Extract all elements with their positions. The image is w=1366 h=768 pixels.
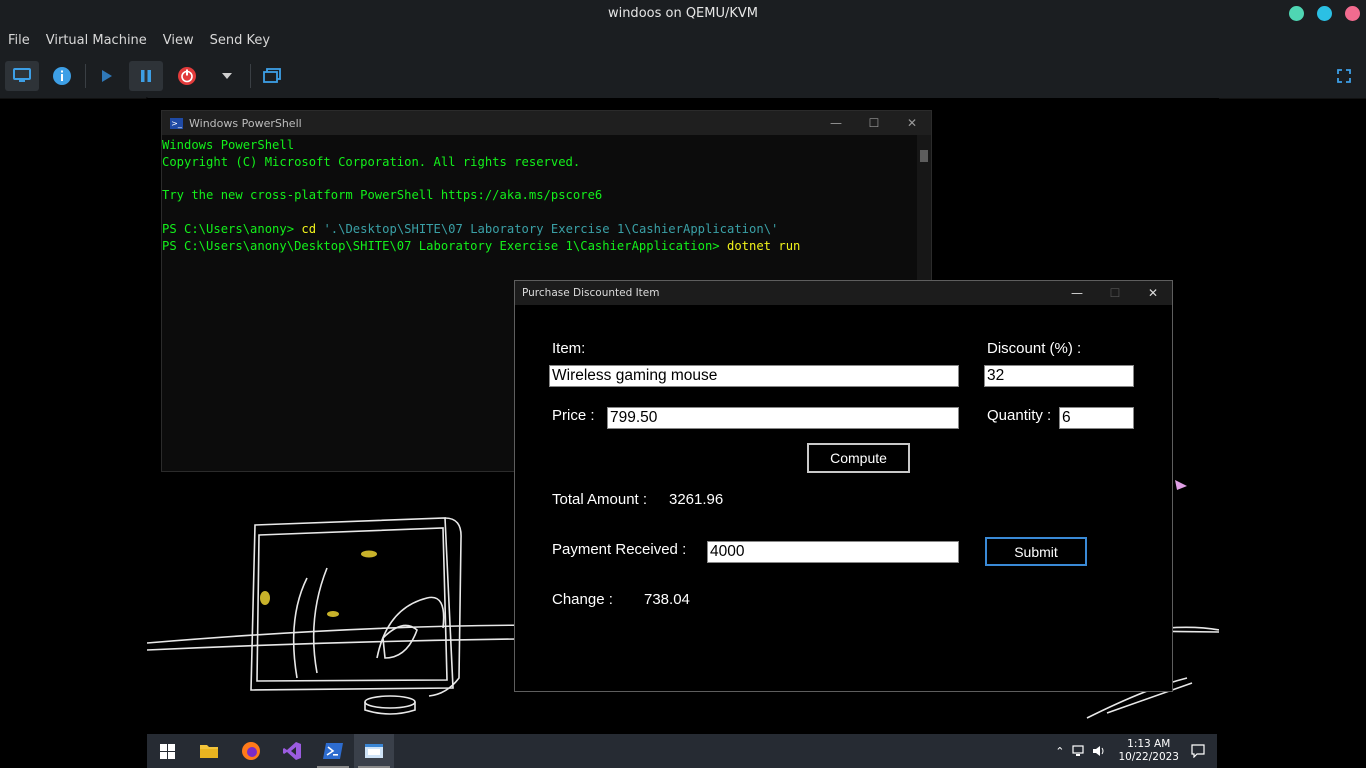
close-button[interactable]	[1345, 6, 1360, 21]
window-title: windoos on QEMU/KVM	[607, 5, 759, 21]
dialog-title: Purchase Discounted Item	[522, 287, 660, 299]
powershell-icon	[323, 743, 343, 759]
show-hidden-icons-icon[interactable]: ⌃	[1055, 745, 1064, 758]
minimize-button[interactable]	[1289, 6, 1304, 21]
console-output[interactable]: Windows PowerShell Copyright (C) Microsof…	[162, 135, 931, 255]
clock-date: 10/22/2023	[1118, 751, 1179, 763]
console-view-button[interactable]	[5, 61, 39, 91]
toolbar-separator	[85, 64, 86, 88]
taskbar-clock[interactable]: 1:13 AM 10/22/2023	[1118, 738, 1179, 764]
snapshots-button[interactable]	[255, 61, 289, 91]
command: dotnet	[727, 238, 772, 253]
dialog-maximize-button: ☐	[1109, 286, 1121, 300]
item-label: Item:	[552, 340, 586, 357]
window-controls	[1289, 6, 1360, 21]
command-argument: run	[771, 238, 801, 253]
start-icon	[159, 743, 175, 759]
info-icon	[53, 67, 71, 85]
console-line: PS C:\Users\anony\Desktop\SHITE\07 Labor…	[162, 238, 931, 255]
ps-minimize-button[interactable]: —	[817, 111, 855, 135]
run-button[interactable]	[90, 61, 124, 91]
taskbar-visual-studio[interactable]	[272, 734, 312, 768]
menu-virtual-machine[interactable]: Virtual Machine	[38, 33, 155, 48]
system-tray: ⌃ 1:13 AM 10/22/2023	[1055, 734, 1217, 768]
menu-file[interactable]: File	[0, 33, 38, 48]
taskbar-firefox[interactable]	[231, 734, 271, 768]
total-amount-label: Total Amount :	[552, 491, 648, 508]
prompt: PS C:\Users\anony>	[162, 221, 302, 236]
payment-input[interactable]: 4000	[707, 541, 959, 563]
network-icon[interactable]	[1072, 745, 1086, 757]
start-button[interactable]	[147, 734, 187, 768]
shutdown-button[interactable]	[170, 61, 204, 91]
item-input[interactable]: Wireless gaming mouse	[549, 365, 959, 387]
firefox-icon	[242, 742, 260, 760]
details-button[interactable]	[45, 61, 79, 91]
quantity-input[interactable]: 6	[1059, 407, 1134, 429]
power-icon	[178, 67, 196, 85]
menubar: File Virtual Machine View Send Key	[0, 26, 1366, 54]
fullscreen-button[interactable]	[1327, 61, 1361, 91]
powershell-icon: >_	[170, 117, 183, 129]
pause-icon	[141, 70, 151, 82]
console-line: PS C:\Users\anony> cd '.\Desktop\SHITE\0…	[162, 221, 931, 238]
command-argument: '.\Desktop\SHITE\07 Laboratory Exercise …	[316, 221, 779, 236]
compute-button[interactable]: Compute	[807, 443, 910, 473]
dialog-titlebar[interactable]: Purchase Discounted Item — ☐ ✕	[515, 281, 1172, 305]
notifications-icon[interactable]	[1191, 744, 1205, 758]
total-amount-value: 3261.96	[669, 491, 724, 508]
toolbar	[0, 54, 1366, 99]
snapshots-icon	[263, 68, 281, 83]
fullscreen-icon	[1337, 69, 1351, 83]
host-titlebar: windoos on QEMU/KVM	[0, 0, 1366, 26]
monitor-icon	[13, 68, 31, 82]
price-input[interactable]: 799.50	[607, 407, 959, 429]
discount-input[interactable]: 32	[984, 365, 1134, 387]
change-value: 738.04	[644, 591, 690, 608]
file-explorer-icon	[200, 745, 218, 758]
dialog-close-button[interactable]: ✕	[1134, 281, 1172, 305]
price-label: Price :	[552, 407, 595, 424]
clock-time: 1:13 AM	[1127, 738, 1171, 750]
dialog-body: Item: Wireless gaming mouse Discount (%)…	[515, 305, 1172, 691]
play-icon	[102, 70, 112, 82]
menu-view[interactable]: View	[155, 33, 202, 48]
toolbar-separator	[250, 64, 251, 88]
command: cd	[301, 221, 317, 236]
console-line: Windows PowerShell	[162, 138, 295, 152]
ps-close-button[interactable]: ✕	[893, 111, 931, 135]
console-line: Try the new cross-platform PowerShell ht…	[162, 188, 603, 203]
shutdown-menu-button[interactable]	[210, 61, 244, 91]
powershell-title: Windows PowerShell	[189, 116, 302, 130]
taskbar-powershell[interactable]	[313, 734, 353, 768]
maximize-button[interactable]	[1317, 6, 1332, 21]
discount-label: Discount (%) :	[987, 340, 1082, 357]
submit-button[interactable]: Submit	[985, 537, 1087, 566]
pause-button[interactable]	[129, 61, 163, 91]
taskbar-file-explorer[interactable]	[189, 734, 229, 768]
purchase-dialog[interactable]: Purchase Discounted Item — ☐ ✕ Item: Wir…	[514, 280, 1173, 692]
taskbar: ⌃ 1:13 AM 10/22/2023	[147, 734, 1217, 768]
volume-icon[interactable]	[1092, 745, 1106, 757]
cashier-app-icon	[365, 744, 383, 758]
prompt: PS C:\Users\anony\Desktop\SHITE\07 Labor…	[162, 238, 727, 253]
menu-send-key[interactable]: Send Key	[202, 33, 278, 48]
powershell-titlebar[interactable]: >_ Windows PowerShell — ☐ ✕	[162, 111, 931, 135]
quantity-label: Quantity :	[987, 407, 1052, 424]
taskbar-cashier-app[interactable]	[354, 734, 394, 768]
console-line: Copyright (C) Microsoft Corporation. All…	[162, 154, 581, 169]
visual-studio-icon	[283, 742, 301, 760]
dialog-minimize-button[interactable]: —	[1058, 281, 1096, 305]
payment-label: Payment Received :	[552, 541, 687, 558]
ps-maximize-button[interactable]: ☐	[855, 111, 893, 135]
change-label: Change :	[552, 591, 613, 608]
chevron-down-icon	[222, 73, 232, 79]
scrollbar-thumb[interactable]	[920, 150, 928, 162]
